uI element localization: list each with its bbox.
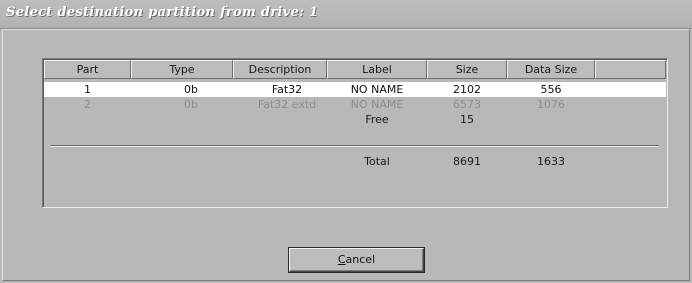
title-bar: Select destination partition from drive:… <box>0 0 692 29</box>
cell-description: Fat32 extd <box>257 98 317 111</box>
table-row-partition-1[interactable]: 1 0b Fat32 NO NAME 2102 556 <box>44 82 666 97</box>
cell-label: NO NAME <box>350 83 404 96</box>
column-header-data-size[interactable]: Data Size <box>507 60 595 79</box>
cancel-button-accelerator: C <box>337 253 346 266</box>
total-size: 8691 <box>453 155 481 168</box>
cell-type: 0b <box>184 83 198 96</box>
cell-description: Fat32 <box>271 83 303 96</box>
table-header: Part Type Description Label Size Data Si… <box>44 60 666 80</box>
dialog-title: Select destination partition from drive:… <box>6 5 319 20</box>
cell-part: 1 <box>84 83 91 96</box>
cell-label: NO NAME <box>350 98 404 111</box>
total-divider <box>51 145 659 147</box>
partition-table: Part Type Description Label Size Data Si… <box>42 58 668 208</box>
cell-type: 0b <box>184 98 198 111</box>
select-partition-dialog: Select destination partition from drive:… <box>0 0 692 283</box>
column-header-description[interactable]: Description <box>233 60 327 79</box>
total-label: Total <box>364 155 390 168</box>
cell-label: Free <box>365 113 389 126</box>
column-header-part[interactable]: Part <box>44 60 131 79</box>
cell-data-size: 556 <box>540 83 562 96</box>
total-data-size: 1633 <box>537 155 565 168</box>
cancel-button-label: ancel <box>345 253 376 266</box>
cell-size: 2102 <box>453 83 481 96</box>
column-header-size[interactable]: Size <box>427 60 507 79</box>
cell-size: 15 <box>460 113 474 126</box>
column-header-label[interactable]: Label <box>327 60 427 79</box>
column-header-type[interactable]: Type <box>131 60 233 79</box>
column-header-blank <box>595 60 666 79</box>
cell-part: 2 <box>84 98 91 111</box>
table-row-free: Free 15 <box>44 112 666 127</box>
cell-data-size: 1076 <box>537 98 565 111</box>
table-row-partition-2: 2 0b Fat32 extd NO NAME 6573 1076 <box>44 97 666 112</box>
cell-size: 6573 <box>453 98 481 111</box>
table-row-total: Total 8691 1633 <box>44 154 666 169</box>
cancel-button[interactable]: Cancel <box>289 248 424 272</box>
